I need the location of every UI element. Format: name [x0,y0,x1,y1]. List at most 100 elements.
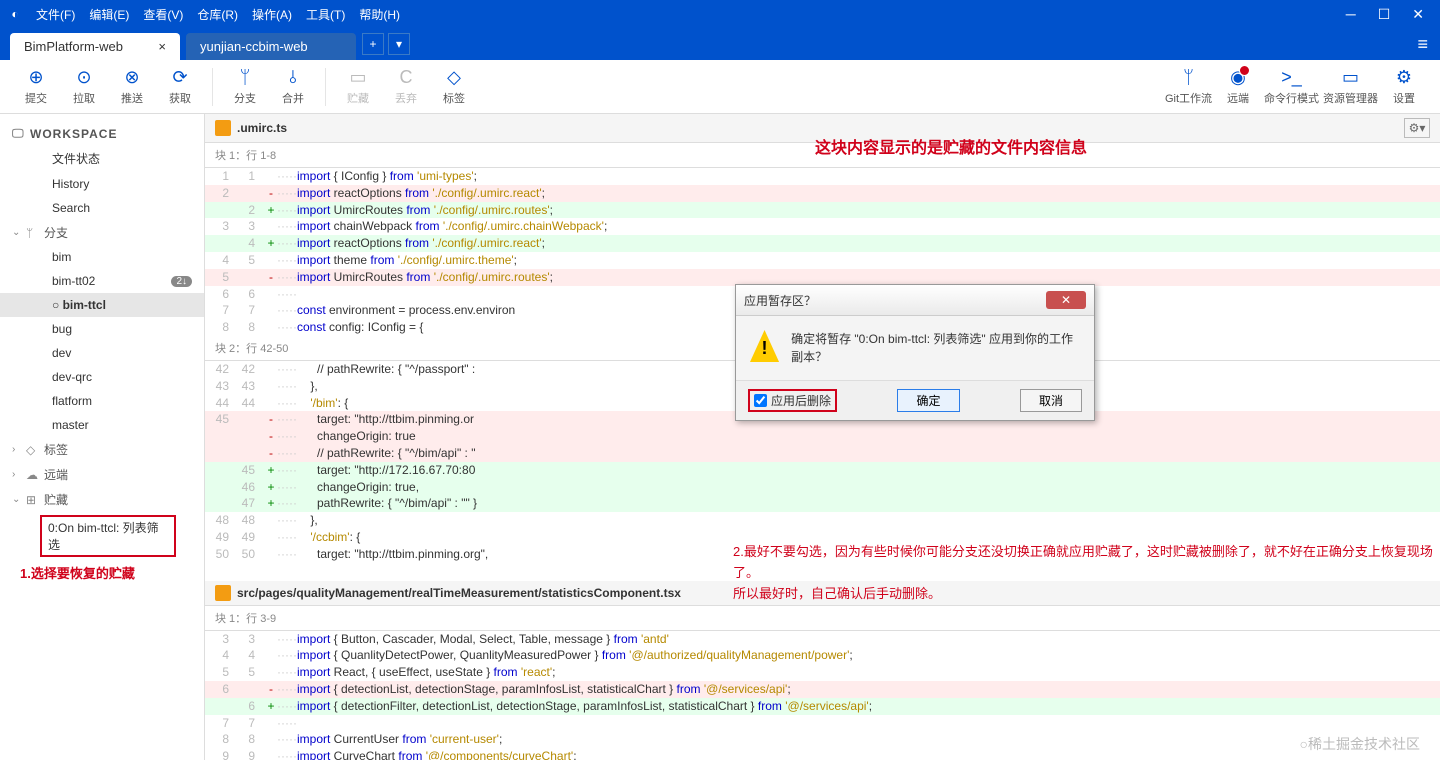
tool-提交[interactable]: ⊕提交 [14,67,58,106]
repo-tab-active[interactable]: BimPlatform-web × [10,33,180,60]
menu-edit[interactable]: 编辑(E) [89,6,129,23]
tool-icon: ⫰ [289,67,297,88]
dialog-title: 应用暂存区？ [744,292,816,309]
file-name: .umirc.ts [237,121,287,135]
tool-icon: ◉ [1230,67,1246,88]
branch-dev-qrc[interactable]: dev-qrc [0,365,204,389]
workspace-section[interactable]: 🖵 WORKSPACE [0,122,204,145]
code-line: 11·····import { IConfig } from 'umi-type… [205,168,1440,185]
chevron-down-icon: ⌄ [12,227,26,238]
tool-推送[interactable]: ⊗推送 [110,67,154,106]
sidebar-file-status[interactable]: 文件状态 [0,145,204,172]
code-line: -····· // pathRewrite: { "^/bim/api" : " [205,445,1440,462]
tab-dropdown-button[interactable]: ▾ [388,33,410,55]
menu-view[interactable]: 查看(V) [143,6,183,23]
code-line: 33·····import { Button, Cascader, Modal,… [205,631,1440,648]
window-controls: ─ ☐ ✕ [1346,6,1434,23]
tool-Git工作流[interactable]: ᛘGit工作流 [1165,67,1212,106]
monitor-icon: 🖵 [12,126,30,141]
hamburger-icon[interactable]: ≡ [1417,34,1440,55]
tool-远端[interactable]: ◉远端 [1216,67,1260,106]
code-line: 4848····· }, [205,512,1440,529]
checkbox-input[interactable] [754,394,767,407]
menu-file[interactable]: 文件(F) [36,6,75,23]
diff-content: 这块内容显示的是贮藏的文件内容信息 .umirc.ts ⚙▾ 块 1：行 1-8… [205,114,1440,760]
file-modified-icon [215,120,231,136]
branch-icon: ᛘ [26,226,44,240]
minimize-icon[interactable]: ─ [1346,6,1356,23]
gear-icon[interactable]: ⚙▾ [1404,118,1430,138]
tool-icon: ▭ [349,67,366,88]
maximize-icon[interactable]: ☐ [1378,6,1391,23]
dialog-message: 确定将暂存 "0:On bim-ttcl: 列表筛选" 应用到你的工作副本？ [791,330,1080,366]
close-icon[interactable]: ✕ [1412,6,1424,23]
menu-action[interactable]: 操作(A) [252,6,292,23]
code-line: 44·····import { QuanlityDetectPower, Qua… [205,647,1440,664]
stash-section[interactable]: ⌄ ⊞ 贮藏 [0,487,204,512]
tab-close-icon[interactable]: × [158,39,166,54]
branch-dev[interactable]: dev [0,341,204,365]
tab-label: BimPlatform-web [24,39,123,54]
tool-丢弃[interactable]: C丢弃 [384,67,428,106]
sidebar-search[interactable]: Search [0,196,204,220]
chevron-down-icon: ⌄ [12,494,26,505]
branch-bim[interactable]: bim [0,245,204,269]
remote-section[interactable]: › ☁ 远端 [0,462,204,487]
branch-flatform[interactable]: flatform [0,389,204,413]
annotation-top: 这块内容显示的是贮藏的文件内容信息 [815,134,1087,158]
cancel-button[interactable]: 取消 [1020,389,1082,412]
tool-icon: ⊙ [76,67,91,88]
tool-资源管理器[interactable]: ▭资源管理器 [1323,67,1378,106]
chevron-right-icon: › [12,444,26,455]
tool-设置[interactable]: ⚙设置 [1382,67,1426,106]
tool-合并[interactable]: ⫰合并 [271,67,315,106]
watermark: ○稀土掘金技术社区 [1300,734,1420,754]
hunk-header: 块 1：行 3-9 [205,606,1440,631]
dialog-close-icon[interactable]: ✕ [1046,291,1086,309]
chevron-right-icon: › [12,469,26,480]
stash-item[interactable]: 0:On bim-ttcl: 列表筛选 [40,515,176,557]
menu-tool[interactable]: 工具(T) [306,6,345,23]
tool-icon: ᛘ [240,67,251,88]
tool-icon: ⊕ [28,67,43,88]
apply-stash-dialog: 应用暂存区？ ✕ ! 确定将暂存 "0:On bim-ttcl: 列表筛选" 应… [735,284,1095,421]
tool-获取[interactable]: ⟳获取 [158,67,202,106]
branch-bim-ttcl[interactable]: ○ bim-ttcl [0,293,204,317]
tab-label: yunjian-ccbim-web [200,39,308,54]
tool-贮藏[interactable]: ▭贮藏 [336,67,380,106]
tags-section[interactable]: › ◇ 标签 [0,437,204,462]
delete-after-apply-checkbox[interactable]: 应用后删除 [748,389,837,412]
app-logo-icon: ◐ [6,5,24,23]
warning-icon: ! [750,330,779,362]
code-line: 4+·····import reactOptions from './confi… [205,235,1440,252]
dialog-titlebar: 应用暂存区？ ✕ [736,285,1094,316]
code-line: 77····· [205,715,1440,732]
tool-icon: ⚙ [1396,67,1412,88]
menu-repo[interactable]: 仓库(R) [197,6,238,23]
branch-bug[interactable]: bug [0,317,204,341]
ok-button[interactable]: 确定 [897,389,959,412]
tool-icon: ▭ [1342,67,1359,88]
repo-tab-inactive[interactable]: yunjian-ccbim-web [186,33,356,60]
new-tab-button[interactable]: + [362,33,384,55]
tool-标签[interactable]: ◇标签 [432,67,476,106]
tool-拉取[interactable]: ⊙拉取 [62,67,106,106]
code-line: 2-·····import reactOptions from './confi… [205,185,1440,202]
annotation-mid: 2.最好不要勾选，因为有些时候你可能分支还没切换正确就应用贮藏了，这时贮藏被删除… [733,542,1440,604]
sidebar-history[interactable]: History [0,172,204,196]
code-line: 88·····import CurrentUser from 'current-… [205,731,1440,748]
branches-section[interactable]: ⌄ ᛘ 分支 [0,220,204,245]
tool-icon: C [400,67,413,88]
tool-命令行模式[interactable]: >_命令行模式 [1264,67,1319,106]
code-line: -····· changeOrigin: true [205,428,1440,445]
menu-help[interactable]: 帮助(H) [359,6,400,23]
titlebar: ◐ 文件(F) 编辑(E) 查看(V) 仓库(R) 操作(A) 工具(T) 帮助… [0,0,1440,28]
tag-icon: ◇ [26,443,44,457]
code-line: 6-·····import { detectionList, detection… [205,681,1440,698]
branch-bim-tt02[interactable]: bim-tt022↓ [0,269,204,293]
repo-tabbar: BimPlatform-web × yunjian-ccbim-web + ▾ … [0,28,1440,60]
tool-分支[interactable]: ᛘ分支 [223,67,267,106]
code-line: 6+·····import { detectionFilter, detecti… [205,698,1440,715]
file-name: src/pages/qualityManagement/realTimeMeas… [237,586,681,600]
branch-master[interactable]: master [0,413,204,437]
